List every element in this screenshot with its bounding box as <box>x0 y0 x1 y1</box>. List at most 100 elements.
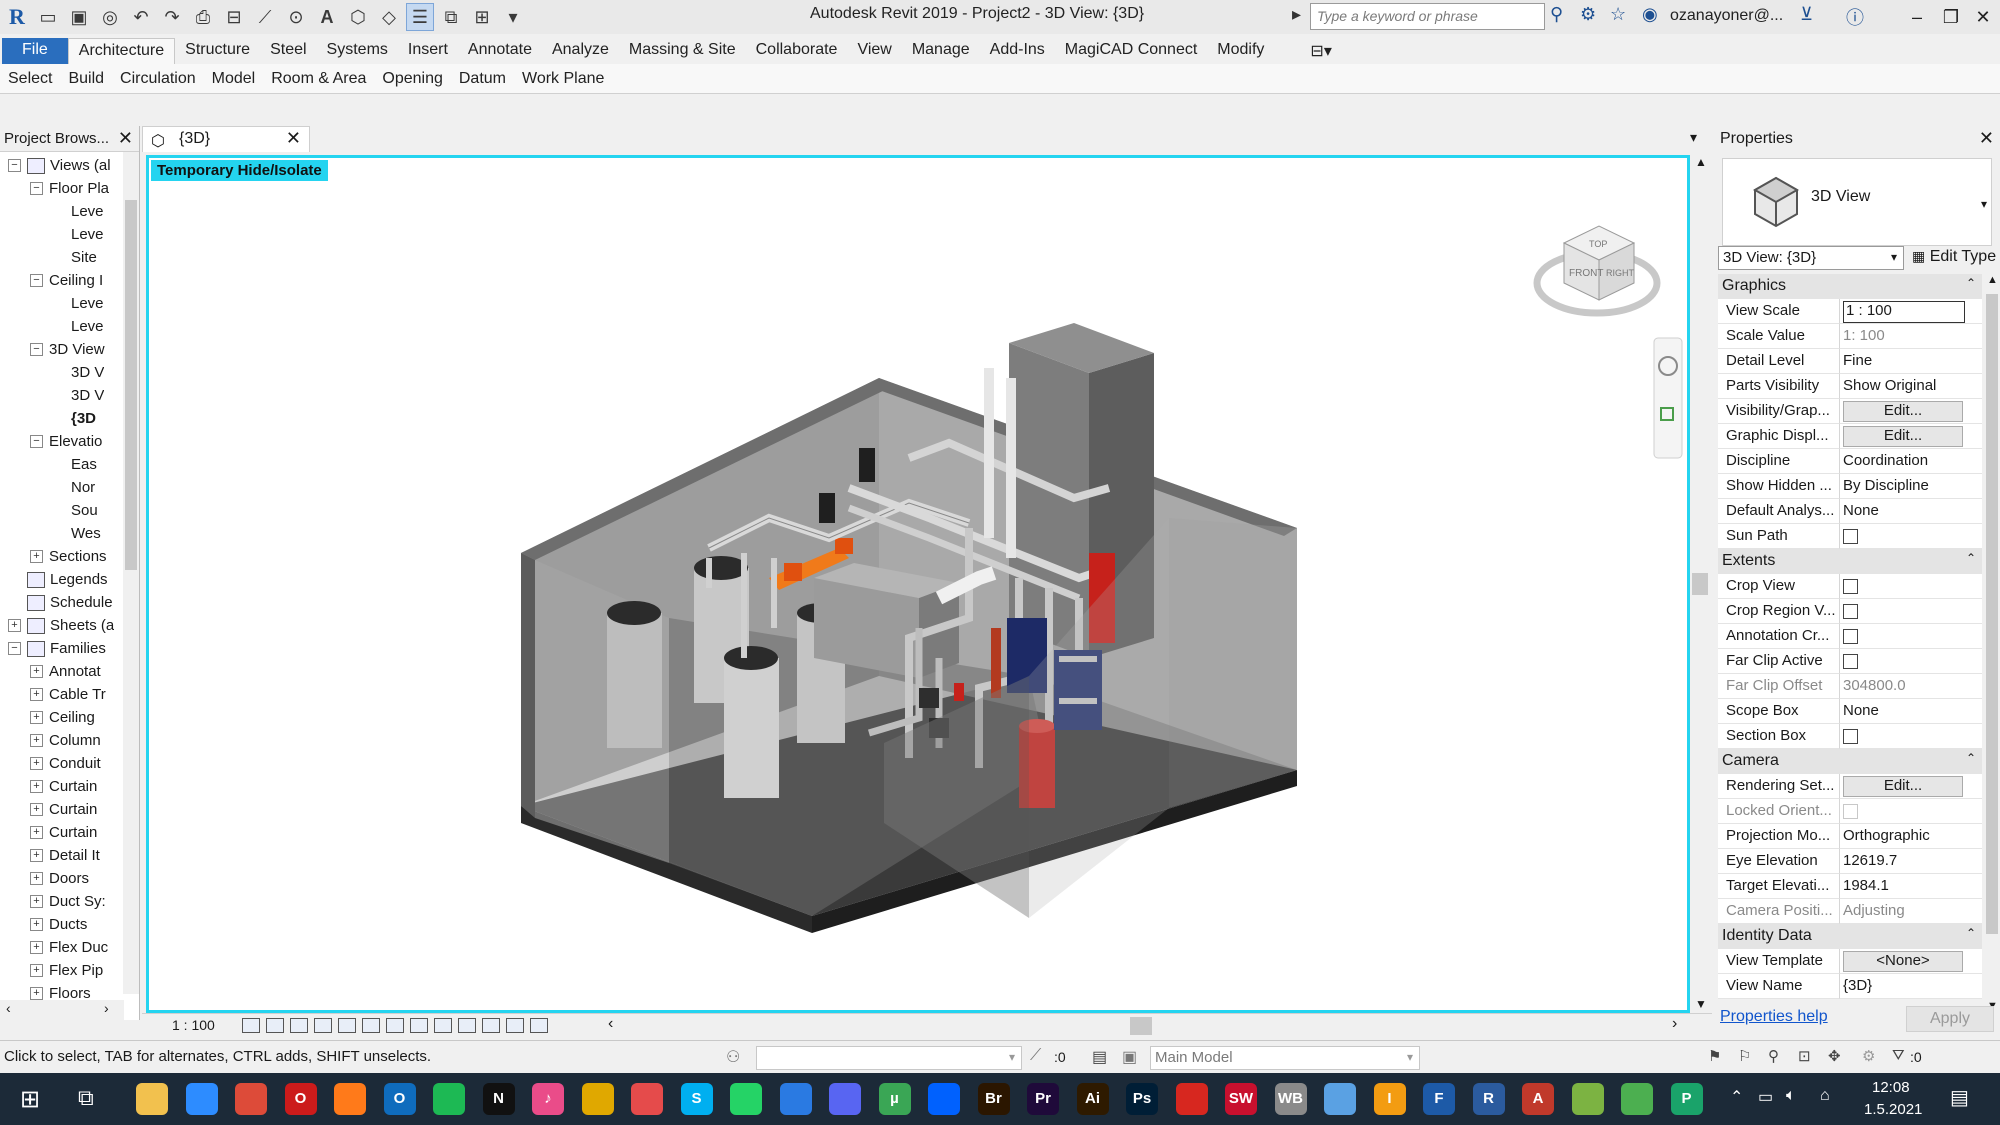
browser-item[interactable]: Nor <box>52 476 124 499</box>
browser-item[interactable]: − Ceiling I <box>30 269 124 292</box>
redo-icon[interactable]: ↷ <box>158 3 186 31</box>
drag-elements-icon[interactable]: ✥ <box>1828 1047 1841 1065</box>
tab-steel[interactable]: Steel <box>260 38 316 64</box>
collapse-icon[interactable]: − <box>8 159 21 172</box>
instance-filter-select[interactable]: 3D View: {3D} ▾ <box>1718 246 1904 270</box>
design-option-select[interactable]: Main Model ▾ <box>1150 1046 1420 1070</box>
taskbar-app-icon[interactable] <box>235 1083 267 1115</box>
clock-date[interactable]: 1.5.2021 <box>1864 1101 1922 1118</box>
browser-item[interactable]: + Curtain <box>30 775 124 798</box>
scroll-up-icon[interactable]: ▲ <box>1695 155 1707 169</box>
property-group-header[interactable]: Graphics ⌃ <box>1718 274 1982 299</box>
expand-icon[interactable]: + <box>30 550 43 563</box>
notifications-icon[interactable]: ▤ <box>1950 1085 1969 1110</box>
tab-manage[interactable]: Manage <box>902 38 980 64</box>
taskbar-app-icon[interactable]: O <box>383 1083 416 1115</box>
tab-magicad-connect[interactable]: MagiCAD Connect <box>1055 38 1208 64</box>
crop-view-icon[interactable] <box>362 1018 380 1033</box>
property-checkbox[interactable] <box>1843 654 1858 669</box>
detail-level-icon[interactable] <box>242 1018 260 1033</box>
taskbar-app-icon[interactable]: WB <box>1274 1083 1307 1115</box>
tab-annotate[interactable]: Annotate <box>458 38 542 64</box>
taskbar-app-icon[interactable]: F <box>1423 1083 1455 1115</box>
tab-massing-site[interactable]: Massing & Site <box>619 38 746 64</box>
taskbar-app-icon[interactable] <box>779 1083 812 1115</box>
browser-item[interactable]: Leve <box>52 315 124 338</box>
property-value[interactable]: 12619.7 <box>1840 849 1982 874</box>
property-edit-button[interactable]: Edit... <box>1843 401 1963 422</box>
editable-only-icon[interactable]: ⟋ <box>1030 1047 1041 1065</box>
undo-icon[interactable]: ↶ <box>127 3 155 31</box>
browser-item[interactable]: + Annotat <box>30 660 124 683</box>
taskbar-app-icon[interactable]: SW <box>1225 1083 1257 1115</box>
browser-item[interactable]: + Sheets (a <box>8 614 124 637</box>
property-checkbox[interactable] <box>1843 629 1858 644</box>
dimension-icon[interactable]: ⟋ <box>251 3 279 31</box>
worksets-icon[interactable]: ⚇ <box>726 1047 740 1067</box>
property-value[interactable]: 1984.1 <box>1840 874 1982 899</box>
taskbar-app-icon[interactable]: Pr <box>1027 1083 1059 1115</box>
scroll-left-icon[interactable]: ‹ <box>608 1015 613 1033</box>
tab-collaborate[interactable]: Collaborate <box>746 38 848 64</box>
expand-icon[interactable]: + <box>30 987 43 1000</box>
taskbar-app-icon[interactable] <box>185 1083 218 1115</box>
property-value[interactable]: By Discipline <box>1840 474 1982 499</box>
property-input[interactable]: 1 : 100 <box>1843 301 1965 323</box>
section-icon[interactable]: ◇ <box>375 3 403 31</box>
tab-architecture[interactable]: Architecture <box>67 38 176 64</box>
active-workset-select[interactable]: ▾ <box>756 1046 1022 1070</box>
thin-lines-icon[interactable]: ☰ <box>406 3 434 31</box>
property-checkbox[interactable] <box>1843 529 1858 544</box>
shadows-icon[interactable] <box>314 1018 332 1033</box>
panel-room-area[interactable]: Room & Area <box>263 70 374 88</box>
sun-path-icon[interactable] <box>290 1018 308 1033</box>
search-input[interactable]: Type a keyword or phrase <box>1310 3 1545 30</box>
expand-icon[interactable]: + <box>30 734 43 747</box>
taskbar-app-icon[interactable] <box>730 1083 762 1115</box>
browser-item[interactable]: 3D V <box>52 384 124 407</box>
view-tab-menu-icon[interactable]: ▾ <box>1690 129 1697 146</box>
type-dropdown-icon[interactable]: ▾ <box>1981 197 1987 211</box>
panel-build[interactable]: Build <box>60 70 112 88</box>
print-icon[interactable]: ⎙ <box>189 3 217 31</box>
select-underlay-icon[interactable]: ⚐ <box>1738 1047 1751 1065</box>
close-icon[interactable]: ✕ <box>118 128 133 149</box>
taskbar-app-icon[interactable] <box>581 1083 614 1115</box>
navigation-bar[interactable] <box>1653 337 1683 459</box>
taskbar-app-icon[interactable]: A <box>1522 1083 1554 1115</box>
panel-work-plane[interactable]: Work Plane <box>514 70 612 88</box>
scroll-right-icon[interactable]: › <box>1672 1015 1677 1033</box>
property-group-header[interactable]: Extents ⌃ <box>1718 549 1982 574</box>
background-processes-icon[interactable]: ⚙ <box>1862 1047 1875 1065</box>
viewport-scroll-thumb[interactable] <box>1692 573 1708 595</box>
browser-item[interactable]: Leve <box>52 292 124 315</box>
panel-datum[interactable]: Datum <box>451 70 514 88</box>
taskbar-app-icon[interactable]: O <box>284 1083 317 1115</box>
taskbar-app-icon[interactable] <box>1621 1083 1653 1115</box>
expand-icon[interactable]: + <box>30 918 43 931</box>
browser-item[interactable]: − Families <box>8 637 124 660</box>
collapse-icon[interactable]: − <box>30 182 43 195</box>
taskbar-app-icon[interactable] <box>433 1083 465 1115</box>
taskbar-app-icon[interactable] <box>1571 1083 1604 1115</box>
panel-select[interactable]: Select <box>0 70 60 88</box>
expand-icon[interactable]: + <box>30 711 43 724</box>
browser-item[interactable]: Leve <box>52 223 124 246</box>
browser-item[interactable]: + Column <box>30 729 124 752</box>
taskbar-app-icon[interactable] <box>928 1083 960 1115</box>
show-crop-region-icon[interactable] <box>386 1018 404 1033</box>
reveal-hidden-icon[interactable] <box>458 1018 476 1033</box>
panel-model[interactable]: Model <box>204 70 264 88</box>
expand-icon[interactable]: + <box>30 826 43 839</box>
browser-item[interactable]: Eas <box>52 453 124 476</box>
expand-icon[interactable]: + <box>30 872 43 885</box>
tab-structure[interactable]: Structure <box>175 38 260 64</box>
tab-file[interactable]: File <box>2 38 68 64</box>
taskbar-app-icon[interactable]: R <box>1472 1083 1505 1115</box>
browser-item[interactable]: Sou <box>52 499 124 522</box>
viewport-scrollbar[interactable]: ▲ ▼ <box>1690 155 1710 1013</box>
battery-icon[interactable]: ▭ <box>1758 1087 1773 1107</box>
properties-scroll-thumb[interactable] <box>1986 294 1998 934</box>
sync-icon[interactable]: ◎ <box>96 3 124 31</box>
collapse-icon[interactable]: − <box>30 343 43 356</box>
